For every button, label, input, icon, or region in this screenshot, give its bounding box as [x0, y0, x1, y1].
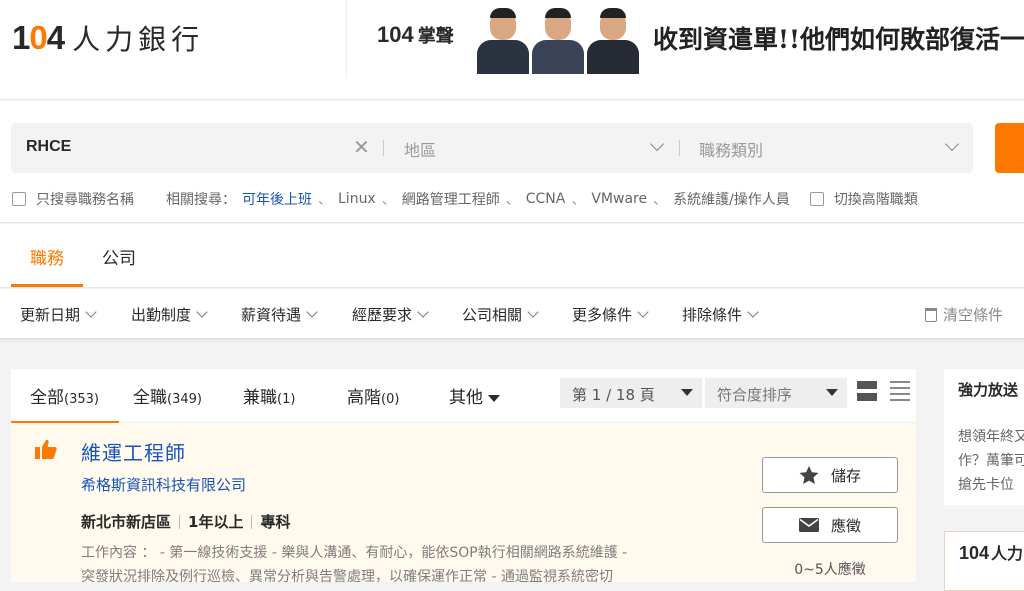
tab-parttime[interactable]: 兼職(1) [243, 383, 295, 408]
filter-more[interactable]: 更多條件 [572, 304, 649, 325]
filter-company[interactable]: 公司相關 [462, 304, 539, 325]
sort-select[interactable]: 符合度排序 [705, 378, 847, 408]
thumbs-up-icon [35, 439, 57, 459]
tab-all[interactable]: 全部(353) [11, 383, 119, 424]
only-title-checkbox[interactable] [12, 192, 26, 206]
filter-update-date[interactable]: 更新日期 [20, 304, 97, 325]
chevron-down-icon [417, 306, 429, 318]
chevron-down-icon [747, 306, 759, 318]
search-options: 只搜尋職務名稱 相關搜尋： 可年後上班、 Linux、 網路管理工程師、 CCN… [12, 189, 1012, 209]
main-tabs: 職務 公司 [0, 224, 1024, 288]
search-button[interactable] [995, 123, 1024, 173]
job-type-tabs: 全部(353) 全職(349) 兼職(1) 高階(0) 其他 第 1 / 18 … [11, 369, 916, 424]
active-tab-indicator [11, 284, 83, 287]
chevron-down-icon [306, 306, 318, 318]
applicant-count: 0~5人應徵 [794, 562, 866, 578]
side-ad[interactable]: 104 人力 [944, 531, 1024, 591]
senior-toggle[interactable]: 切換高階職類 [809, 189, 918, 209]
search-section: RHCE ✕ 地區 職務類別 只搜尋職務名稱 相關搜尋： 可年後上班、 Linu… [0, 101, 1024, 223]
filter-bar: 更新日期 出勤制度 薪資待遇 經歷要求 公司相關 更多條件 排除條件 清空條件 [0, 289, 1024, 339]
promo-title: 強力放送 [958, 381, 1019, 399]
list-view-icon[interactable] [890, 381, 910, 401]
caret-down-icon [488, 394, 500, 402]
banner-headline: 收到資遣單!!他們如何敗部復活一 [653, 25, 1024, 54]
senior-checkbox[interactable] [809, 192, 824, 206]
related-link[interactable]: 網路管理工程師 [402, 189, 500, 209]
banner-logo: 104 掌聲 [377, 22, 454, 47]
envelope-icon [798, 518, 819, 532]
company-link[interactable]: 希格斯資訊科技有限公司 [81, 474, 246, 495]
area-select[interactable]: 地區 [404, 137, 436, 161]
chevron-down-icon [944, 136, 960, 152]
chevron-down-icon [196, 306, 208, 318]
trash-icon [925, 307, 937, 322]
ad-logo: 104 人力 [959, 543, 1024, 563]
job-title-link[interactable]: 維運工程師 [81, 437, 186, 466]
card-view-icon[interactable] [857, 381, 877, 401]
clear-filters-button[interactable]: 清空條件 [925, 304, 1003, 325]
promo-panel[interactable]: 強力放送 想領年終又 作？萬筆可 搶先卡位 [944, 369, 1024, 505]
tab-fulltime[interactable]: 全職(349) [133, 383, 202, 408]
tab-other[interactable]: 其他 [449, 383, 500, 408]
job-experience: 1年以上 [188, 513, 244, 531]
star-icon [799, 465, 819, 484]
related-link[interactable]: 可年後上班 [242, 189, 312, 209]
tab-jobs[interactable]: 職務 [30, 244, 64, 269]
job-location: 新北市新店區 [81, 513, 172, 531]
search-bar: RHCE ✕ 地區 職務類別 [11, 123, 973, 173]
caret-down-icon [681, 389, 693, 396]
divider [679, 140, 680, 156]
tab-companies[interactable]: 公司 [102, 244, 136, 269]
job-list-panel: 全部(353) 全職(349) 兼職(1) 高階(0) 其他 第 1 / 18 … [11, 369, 916, 585]
chevron-down-icon [649, 136, 665, 152]
logo-text: 人力銀行 [72, 23, 205, 56]
related-link[interactable]: CCNA [526, 191, 566, 207]
chevron-down-icon [85, 306, 97, 318]
keyword-input[interactable]: RHCE [26, 138, 71, 156]
related-link[interactable]: VMware [591, 191, 647, 207]
site-logo[interactable]: 104 人力銀行 [12, 18, 204, 58]
chevron-down-icon [527, 306, 539, 318]
caret-down-icon [826, 389, 838, 396]
job-card[interactable]: 維運工程師 希格斯資訊科技有限公司 新北市新店區 1年以上 專科 工作內容 ： … [11, 423, 916, 585]
related-link[interactable]: Linux [338, 191, 376, 207]
apply-button[interactable]: 應徵 [762, 507, 898, 543]
job-meta: 新北市新店區 1年以上 專科 [81, 511, 290, 532]
related-label: 相關搜尋： [166, 192, 236, 208]
filter-salary[interactable]: 薪資待遇 [241, 304, 318, 325]
top-bar: 104 人力銀行 104 掌聲 收到資遣單!!他們如何敗部復活一 [0, 0, 1024, 100]
banner-people-image [475, 2, 641, 74]
tab-senior[interactable]: 高階(0) [347, 383, 399, 408]
filter-experience[interactable]: 經歷要求 [352, 304, 429, 325]
filter-exclude[interactable]: 排除條件 [682, 304, 759, 325]
related-link[interactable]: 系統維護/操作人員 [673, 189, 790, 209]
ad-banner[interactable]: 104 掌聲 收到資遣單!!他們如何敗部復活一 [346, 0, 1024, 78]
chevron-down-icon [637, 306, 649, 318]
job-education: 專科 [260, 513, 291, 531]
page-select[interactable]: 第 1 / 18 頁 [560, 378, 702, 408]
category-select[interactable]: 職務類別 [699, 137, 763, 161]
save-button[interactable]: 儲存 [762, 457, 898, 493]
only-title-label: 只搜尋職務名稱 [36, 192, 134, 208]
divider [383, 140, 384, 156]
clear-icon[interactable]: ✕ [353, 135, 370, 159]
filter-schedule[interactable]: 出勤制度 [131, 304, 208, 325]
